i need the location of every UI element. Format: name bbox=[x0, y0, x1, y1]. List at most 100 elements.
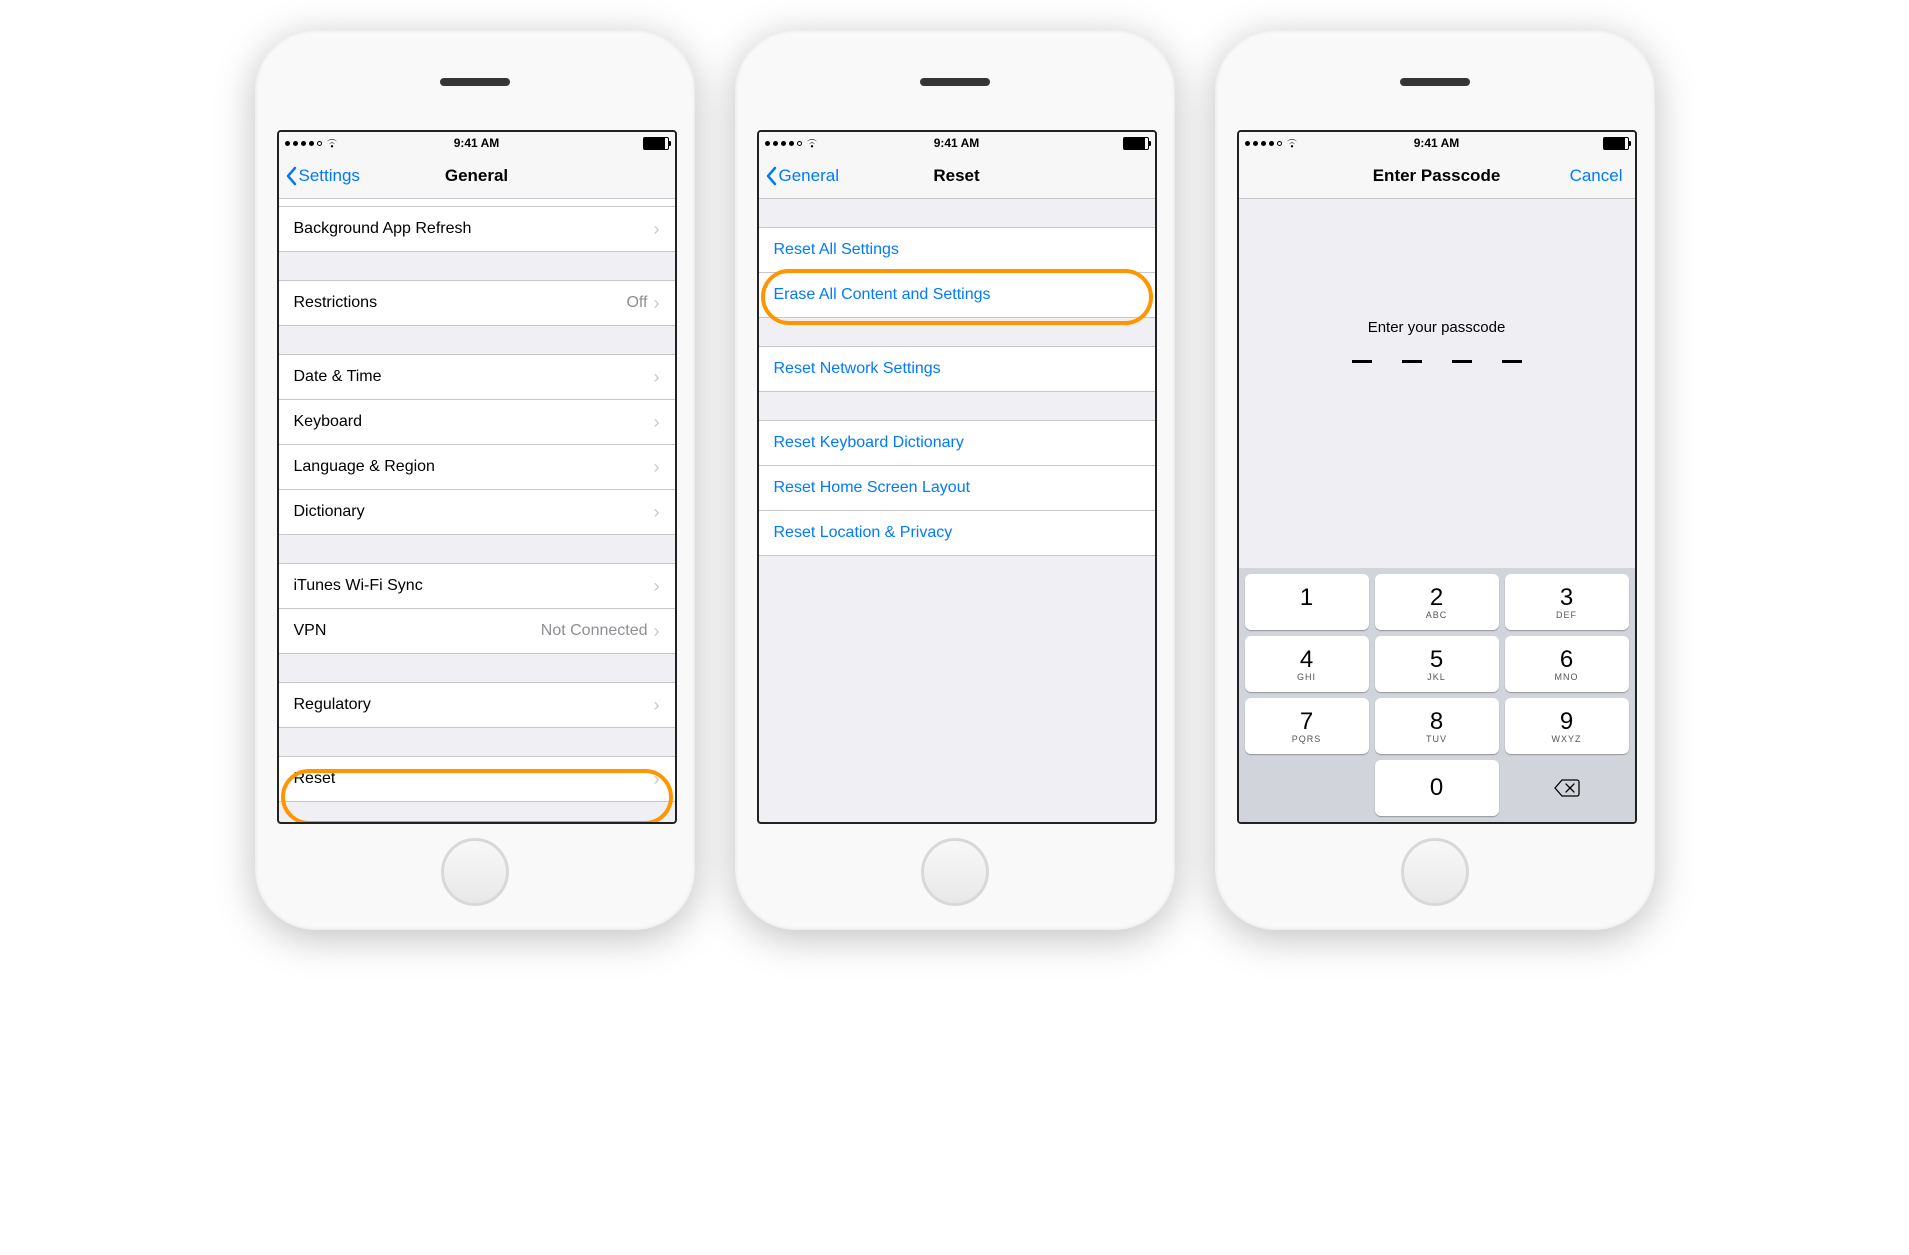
key-digit: 1 bbox=[1300, 584, 1313, 612]
row-dictionary[interactable]: Dictionary › bbox=[279, 490, 675, 534]
key-backspace[interactable] bbox=[1505, 760, 1629, 816]
key-digit: 7 bbox=[1300, 708, 1313, 736]
nav-bar: Settings General bbox=[279, 154, 675, 199]
row-regulatory[interactable]: Regulatory › bbox=[279, 683, 675, 727]
passcode-prompt: Enter your passcode bbox=[1368, 319, 1506, 336]
key-5[interactable]: 5JKL bbox=[1375, 636, 1499, 692]
row-label: Dictionary bbox=[294, 503, 365, 521]
chevron-right-icon: › bbox=[654, 621, 660, 642]
key-digit: 5 bbox=[1430, 646, 1443, 674]
back-button-general[interactable]: General bbox=[765, 166, 839, 186]
key-8[interactable]: 8TUV bbox=[1375, 698, 1499, 754]
key-4[interactable]: 4GHI bbox=[1245, 636, 1369, 692]
nav-title-reset: Reset bbox=[933, 166, 979, 186]
chevron-right-icon: › bbox=[654, 367, 660, 388]
row-label: Regulatory bbox=[294, 696, 371, 714]
row-keyboard[interactable]: Keyboard › bbox=[279, 400, 675, 445]
phone-reset: 9:41 AM General Reset Reset All Settings… bbox=[735, 30, 1175, 930]
passcode-dash bbox=[1452, 360, 1472, 363]
key-letters: JKL bbox=[1427, 672, 1446, 682]
row-label: Reset bbox=[294, 770, 336, 788]
status-time: 9:41 AM bbox=[1414, 136, 1460, 150]
key-digit: 2 bbox=[1430, 584, 1443, 612]
key-9[interactable]: 9WXYZ bbox=[1505, 698, 1629, 754]
phone-general: 9:41 AM Settings General Storage & iClou… bbox=[255, 30, 695, 930]
nav-bar: General Reset bbox=[759, 154, 1155, 199]
wifi-icon bbox=[1285, 138, 1299, 148]
row-label: Keyboard bbox=[294, 413, 363, 431]
key-letters: TUV bbox=[1426, 734, 1447, 744]
chevron-right-icon: › bbox=[654, 576, 660, 597]
passcode-content: Enter your passcode 1 2ABC 3DEF 4GHI 5JK… bbox=[1239, 199, 1635, 822]
row-detail: Off bbox=[626, 294, 647, 312]
home-button[interactable] bbox=[441, 838, 509, 906]
phone-speaker bbox=[920, 78, 990, 86]
passcode-dash bbox=[1352, 360, 1372, 363]
row-restrictions[interactable]: Restrictions Off › bbox=[279, 281, 675, 325]
nav-bar: Enter Passcode Cancel bbox=[1239, 154, 1635, 199]
row-itunes-sync[interactable]: iTunes Wi-Fi Sync › bbox=[279, 564, 675, 609]
row-reset-all[interactable]: Reset All Settings bbox=[759, 228, 1155, 273]
key-0[interactable]: 0 bbox=[1375, 760, 1499, 816]
back-label: General bbox=[779, 166, 839, 186]
key-letters: WXYZ bbox=[1552, 734, 1582, 744]
cancel-button[interactable]: Cancel bbox=[1570, 166, 1623, 186]
row-vpn[interactable]: VPN Not Connected › bbox=[279, 609, 675, 653]
key-letters: GHI bbox=[1297, 672, 1316, 682]
home-button[interactable] bbox=[921, 838, 989, 906]
back-label: Settings bbox=[299, 166, 360, 186]
key-letters: DEF bbox=[1556, 610, 1577, 620]
key-1[interactable]: 1 bbox=[1245, 574, 1369, 630]
status-bar: 9:41 AM bbox=[759, 132, 1155, 154]
home-button[interactable] bbox=[1401, 838, 1469, 906]
row-reset-network[interactable]: Reset Network Settings bbox=[759, 347, 1155, 391]
key-digit: 4 bbox=[1300, 646, 1313, 674]
key-6[interactable]: 6MNO bbox=[1505, 636, 1629, 692]
backspace-icon bbox=[1553, 778, 1581, 798]
key-blank bbox=[1245, 760, 1369, 816]
phone-speaker bbox=[440, 78, 510, 86]
row-erase-all[interactable]: Erase All Content and Settings bbox=[759, 273, 1155, 317]
numeric-keypad: 1 2ABC 3DEF 4GHI 5JKL 6MNO 7PQRS 8TUV 9W… bbox=[1239, 568, 1635, 822]
general-content: Storage & iCloud Usage › Background App … bbox=[279, 199, 675, 822]
key-digit: 6 bbox=[1560, 646, 1573, 674]
row-label: VPN bbox=[294, 622, 327, 640]
row-label: Date & Time bbox=[294, 368, 382, 386]
row-reset-keyboard[interactable]: Reset Keyboard Dictionary bbox=[759, 421, 1155, 466]
passcode-dash bbox=[1502, 360, 1522, 363]
chevron-right-icon: › bbox=[654, 502, 660, 523]
key-7[interactable]: 7PQRS bbox=[1245, 698, 1369, 754]
row-reset-home[interactable]: Reset Home Screen Layout bbox=[759, 466, 1155, 511]
row-label: iTunes Wi-Fi Sync bbox=[294, 577, 423, 595]
battery-icon bbox=[643, 137, 669, 150]
passcode-input bbox=[1352, 360, 1522, 363]
chevron-right-icon: › bbox=[654, 412, 660, 433]
row-reset[interactable]: Reset › bbox=[279, 757, 675, 801]
row-datetime[interactable]: Date & Time › bbox=[279, 355, 675, 400]
nav-title-general: General bbox=[445, 166, 508, 186]
row-label: Restrictions bbox=[294, 294, 378, 312]
row-label: Erase All Content and Settings bbox=[774, 286, 991, 304]
chevron-right-icon: › bbox=[654, 695, 660, 716]
row-label: Reset Keyboard Dictionary bbox=[774, 434, 964, 452]
wifi-icon bbox=[805, 138, 819, 148]
row-label: Background App Refresh bbox=[294, 220, 472, 238]
key-3[interactable]: 3DEF bbox=[1505, 574, 1629, 630]
row-detail: Not Connected bbox=[541, 622, 648, 640]
chevron-right-icon: › bbox=[654, 293, 660, 314]
row-storage[interactable]: Storage & iCloud Usage › bbox=[279, 199, 675, 207]
row-reset-location[interactable]: Reset Location & Privacy bbox=[759, 511, 1155, 555]
back-button-settings[interactable]: Settings bbox=[285, 166, 360, 186]
chevron-right-icon: › bbox=[654, 457, 660, 478]
status-bar: 9:41 AM bbox=[1239, 132, 1635, 154]
chevron-left-icon bbox=[285, 166, 297, 186]
row-label: Reset Home Screen Layout bbox=[774, 479, 971, 497]
key-letters: PQRS bbox=[1292, 734, 1322, 744]
row-language-region[interactable]: Language & Region› bbox=[279, 445, 675, 490]
chevron-right-icon: › bbox=[654, 769, 660, 790]
status-bar: 9:41 AM bbox=[279, 132, 675, 154]
screen-general: 9:41 AM Settings General Storage & iClou… bbox=[277, 130, 677, 824]
key-2[interactable]: 2ABC bbox=[1375, 574, 1499, 630]
row-bg-refresh[interactable]: Background App Refresh › bbox=[279, 207, 675, 251]
screen-passcode: 9:41 AM Enter Passcode Cancel Enter your… bbox=[1237, 130, 1637, 824]
